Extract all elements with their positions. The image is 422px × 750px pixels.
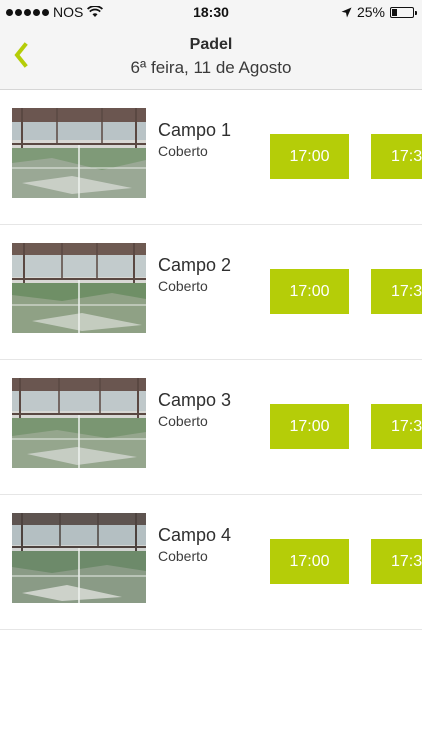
court-photo (12, 378, 146, 468)
page-title: Padel (189, 36, 233, 53)
court-name: Campo 2 (158, 255, 232, 275)
court-name: Campo 1 (158, 120, 232, 140)
time-slot-button[interactable]: 17:00 (270, 269, 349, 314)
page-subtitle-date: 6ª feira, 11 de Agosto (130, 58, 292, 77)
battery-percent: 25% (356, 4, 385, 20)
time-slot-button[interactable]: 17:3 (371, 269, 422, 314)
time-slot-button[interactable]: 17:00 (270, 134, 349, 179)
court-photo (12, 108, 146, 198)
status-right: 25% (341, 4, 417, 20)
court-type: Coberto (158, 278, 208, 294)
court-photo-image (12, 108, 146, 198)
court-photo (12, 243, 146, 333)
time-slot-button[interactable]: 17:3 (371, 539, 422, 584)
court-name: Campo 3 (158, 390, 232, 410)
court-type: Coberto (158, 413, 208, 429)
court-row: Campo 3 Coberto 17:00 17:3 (0, 360, 422, 495)
battery-icon (390, 6, 417, 18)
court-photo-image (12, 378, 146, 468)
court-name: Campo 4 (158, 525, 232, 545)
location-arrow-icon (341, 7, 352, 17)
time-slot-button[interactable]: 17:3 (371, 404, 422, 449)
court-photo-image (12, 513, 146, 603)
court-row: Campo 1 Coberto 17:00 17:3 (0, 90, 422, 225)
time-slot-button[interactable]: 17:00 (270, 404, 349, 449)
court-row: Campo 2 Coberto 17:00 17:3 (0, 225, 422, 360)
court-type: Coberto (158, 548, 208, 564)
navigation-bar: Padel 6ª feira, 11 de Agosto (0, 24, 422, 90)
status-bar: NOS 18:30 25% (0, 0, 422, 24)
court-row: Campo 4 Coberto 17:00 17:3 (0, 495, 422, 630)
court-list: Campo 1 Coberto 17:00 17:3 Campo 2 Cober… (0, 90, 422, 630)
court-photo-image (12, 243, 146, 333)
court-type: Coberto (158, 143, 208, 159)
time-slot-button[interactable]: 17:3 (371, 134, 422, 179)
time-slot-button[interactable]: 17:00 (270, 539, 349, 584)
court-photo (12, 513, 146, 603)
